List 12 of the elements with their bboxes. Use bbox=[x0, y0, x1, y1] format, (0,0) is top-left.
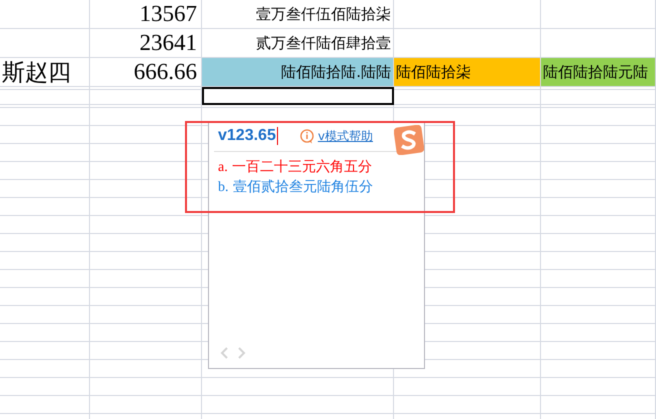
info-icon bbox=[300, 128, 314, 144]
next-icon[interactable] bbox=[237, 347, 246, 359]
logo-icon bbox=[394, 125, 424, 155]
previous-icon[interactable] bbox=[220, 347, 229, 359]
table-cell: 陆佰陆拾柒 bbox=[394, 58, 541, 87]
ime-input-field[interactable]: v123.65 bbox=[218, 127, 278, 145]
table-cell: 斯赵四 bbox=[0, 58, 90, 87]
candidate-item[interactable]: a. 一百二十三元六角五分 bbox=[218, 158, 425, 176]
table-cell: 陆佰陆拾陆.陆陆 bbox=[202, 58, 394, 87]
candidate-item[interactable]: b. 壹佰贰拾叁元陆角伍分 bbox=[218, 178, 425, 196]
help-link[interactable]: v模式帮助 bbox=[318, 128, 373, 144]
table-cell: 陆佰陆拾陆元陆 bbox=[541, 58, 656, 87]
